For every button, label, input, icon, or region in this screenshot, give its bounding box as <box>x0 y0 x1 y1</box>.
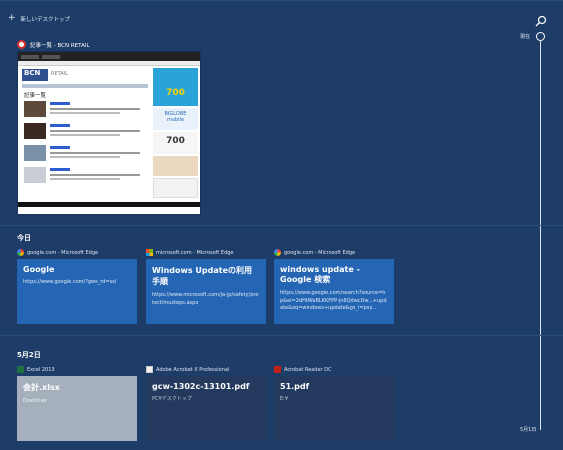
timeline-now-label: 現在 <box>520 34 531 40</box>
section-heading-may2: 5月2日 <box>17 351 41 359</box>
taskbar-preview <box>18 202 200 207</box>
activity-card-windows-update[interactable]: Windows Updateの利用手順 https://www.microsof… <box>146 259 266 324</box>
card-app-header: google.com - Microsoft Edge <box>17 249 141 256</box>
web-page-preview: BCN RETAIL 記事一覧 700 BIGLOBE mobile 700 <box>18 66 200 202</box>
acrobat-icon <box>146 366 153 373</box>
article-row <box>24 121 146 141</box>
plus-icon: + <box>8 13 16 23</box>
card-url: https://www.microsoft.com/ja-jp/safety/p… <box>152 292 259 306</box>
ad-banner-3 <box>153 156 198 176</box>
activity-card-google-search[interactable]: windows update - Google 検索 https://www.g… <box>274 259 394 324</box>
timeline-date-label: 5月1日 <box>520 427 537 433</box>
new-desktop-label: 新しいデスクトップ <box>20 16 71 23</box>
timeline-handle[interactable] <box>536 32 545 41</box>
site-heading: 記事一覧 <box>24 93 47 99</box>
open-window-header: 記事一覧 - BCN RETAIL <box>17 40 90 49</box>
article-row <box>24 99 146 119</box>
activity-card-reader[interactable]: 51.pdf E:¥ <box>274 376 394 441</box>
site-brand: RETAIL <box>51 71 68 77</box>
activity-card-acrobat[interactable]: gcw-1302c-13101.pdf PC¥デスクトップ <box>146 376 266 441</box>
open-window-thumbnail[interactable]: BCN RETAIL 記事一覧 700 BIGLOBE mobile 700 <box>17 51 201 215</box>
search-icon[interactable] <box>535 15 547 27</box>
google-icon <box>17 249 24 256</box>
ad-banner: 700 <box>153 68 198 106</box>
excel-icon <box>17 366 24 373</box>
activity-card-google[interactable]: Google https://www.google.com/?gws_rd=ss… <box>17 259 137 324</box>
timeline-scrollbar[interactable] <box>540 38 541 430</box>
card-title: 会計.xlsx <box>23 383 60 392</box>
ad-banner-4 <box>153 178 198 198</box>
browser-tabbar <box>18 52 200 61</box>
acrobat-reader-icon <box>274 366 281 373</box>
card-title: windows update - Google 検索 <box>280 265 360 284</box>
card-app-header: Excel 2013 <box>17 366 141 373</box>
card-app-header: google.com - Microsoft Edge <box>274 249 398 256</box>
card-subtitle: E:¥ <box>280 396 289 402</box>
card-url: https://www.google.com/?gws_rd=ssl <box>23 279 117 285</box>
site-logo: BCN <box>22 69 48 81</box>
card-title: Windows Updateの利用手順 <box>152 266 253 286</box>
card-app-header: microsoft.com - Microsoft Edge <box>146 249 270 256</box>
microsoft-icon <box>146 249 153 256</box>
ad-biglobe: BIGLOBE mobile <box>153 108 198 130</box>
ad-banner-2: 700 <box>153 132 198 154</box>
article-row <box>24 165 146 185</box>
card-title: Google <box>23 265 55 274</box>
google-icon <box>274 249 281 256</box>
card-url: https://www.google.com/search?source=hp&… <box>280 290 387 311</box>
card-app-header: Acrobat Reader DC <box>274 366 398 373</box>
open-window-title: 記事一覧 - BCN RETAIL <box>30 42 90 49</box>
activity-card-excel[interactable]: 会計.xlsx OneDrive <box>17 376 137 441</box>
section-heading-today: 今日 <box>17 234 31 242</box>
card-subtitle: OneDrive <box>23 398 47 404</box>
card-app-header: Adobe Acrobat X Professional <box>146 366 270 373</box>
card-title: gcw-1302c-13101.pdf <box>152 382 250 391</box>
card-subtitle: PC¥デスクトップ <box>152 396 192 402</box>
site-navbar <box>22 84 148 88</box>
card-title: 51.pdf <box>280 382 310 391</box>
app-icon <box>17 40 26 49</box>
new-desktop-button[interactable]: + 新しいデスクトップ <box>8 14 70 23</box>
article-row <box>24 143 146 163</box>
